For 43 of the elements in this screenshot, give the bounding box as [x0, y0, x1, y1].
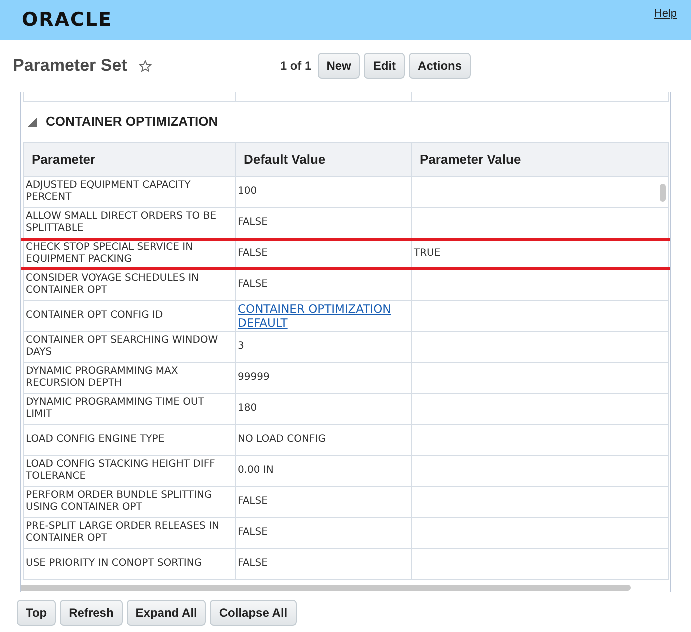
column-header: Parameter [24, 142, 236, 176]
table-cell: DYNAMIC PROGRAMMING TIME OUT LIMIT [24, 394, 236, 424]
scrollbar-thumb[interactable] [660, 184, 666, 202]
table-cell: 0.00 IN [236, 456, 412, 486]
table-cell: FALSE [236, 548, 412, 580]
footer-button[interactable]: Collapse All [210, 600, 297, 626]
table-cell: NO LOAD CONFIG [236, 424, 412, 456]
scrollbar-thumb[interactable] [21, 585, 631, 591]
table-cell: PERFORM ORDER BUNDLE SPLITTING USING CONTAINER OPT [24, 486, 236, 518]
table-cell: USE PRIORITY IN CONOPT SORTING [24, 548, 236, 580]
footer-button[interactable]: Top [17, 600, 56, 626]
expand-triangle-icon[interactable] [27, 116, 38, 128]
table-cell: FALSE [236, 518, 412, 548]
table-cell: LOAD CONFIG STACKING HEIGHT DIFF TOLERANCE [24, 456, 236, 486]
footer-button[interactable]: Refresh [60, 600, 123, 626]
footer-button[interactable]: Expand All [126, 600, 206, 626]
table-cell: 99999 [236, 362, 412, 394]
table-cell: CHECK STOP SPECIAL SERVICE IN EQUIPMENT PACKING [24, 238, 236, 270]
table-cell: ALLOW SMALL DIRECT ORDERS TO BE SPLITTABLE [24, 208, 236, 238]
table-cell: 180 [236, 394, 412, 424]
table-cell: CONSIDER VOYAGE SCHEDULES IN CONTAINER OPT [24, 270, 236, 300]
table-cell: PRE-SPLIT LARGE ORDER RELEASES IN CONTAINER OPT [24, 518, 236, 548]
toolbar-button[interactable]: New [318, 53, 360, 79]
pager-text: 1 of 1 [280, 58, 312, 75]
table-cell: CONTAINER OPT CONFIG ID [24, 300, 236, 332]
help-link[interactable]: Help [654, 6, 677, 22]
toolbar-button[interactable]: Edit [364, 53, 406, 79]
table-cell: DYNAMIC PROGRAMMING MAX RECURSION DEPTH [24, 362, 236, 394]
table-cell: 100 [236, 176, 412, 208]
table-cell: FALSE [236, 270, 412, 300]
column-header: Parameter Value [412, 142, 668, 176]
oracle-logo: ORACLE [22, 8, 113, 33]
table-cell: FALSE [236, 486, 412, 518]
star-icon[interactable] [139, 60, 152, 72]
page-title: Parameter Set [13, 55, 128, 78]
toolbar-button[interactable]: Actions [409, 53, 472, 79]
table-cell: CONTAINER OPT SEARCHING WINDOW DAYS [24, 332, 236, 362]
column-header: Default Value [236, 142, 412, 176]
config-link[interactable]: CONTAINER OPTIMIZATION DEFAULT [238, 302, 409, 330]
section-title: CONTAINER OPTIMIZATION [46, 113, 218, 132]
table-cell: ADJUSTED EQUIPMENT CAPACITY PERCENT [24, 176, 236, 208]
table-cell: 3 [236, 332, 412, 362]
table-cell: LOAD CONFIG ENGINE TYPE [24, 424, 236, 456]
